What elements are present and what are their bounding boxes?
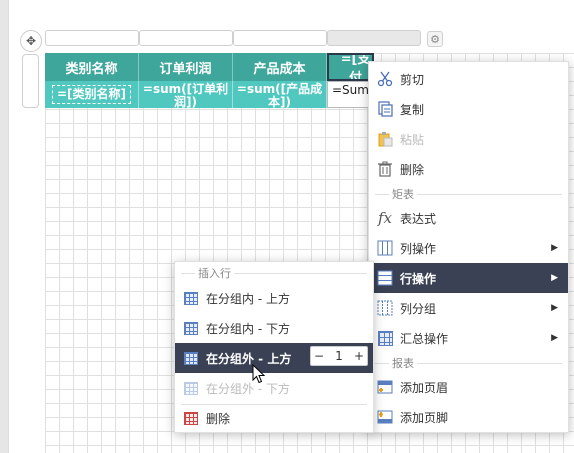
submenu-item-inside-above[interactable]: 在分组内 - 上方 (175, 283, 373, 313)
trash-icon (377, 161, 393, 177)
paste-icon (377, 131, 393, 147)
section-label: 报表 (389, 355, 417, 371)
menu-item-column-ops[interactable]: 列操作 ▶ (369, 233, 568, 263)
table-data-cell[interactable]: =sum([订单利润]) (139, 81, 233, 108)
add-header-icon (377, 379, 393, 395)
move-handle-icon[interactable]: ✥ (20, 30, 42, 52)
menu-item-label: 剪切 (400, 72, 425, 87)
add-footer-icon (377, 409, 393, 425)
menu-item-row-ops[interactable]: 行操作 ▶ (369, 263, 568, 293)
table-data-cell[interactable]: =sum([产品成本]) (233, 81, 327, 108)
menu-item-label: 列操作 (400, 241, 437, 256)
menu-item-label: 复制 (400, 102, 425, 117)
row-header[interactable] (22, 54, 39, 108)
table-data-text: =[类别名称] (51, 85, 132, 104)
table-insert-icon (183, 320, 199, 336)
row-icon (377, 270, 393, 286)
table-header-cell[interactable]: 订单利润 (139, 53, 233, 81)
table-data-cell[interactable]: =Sum (327, 81, 374, 108)
scissors-icon (377, 71, 393, 87)
increment-button[interactable]: + (351, 349, 367, 363)
decrement-button[interactable]: − (311, 349, 327, 363)
context-menu: 剪切 复制 粘贴 删除 矩表 fx 表达式 列操作 ▶ 行操作 ▶ 列分组 ▶ … (368, 61, 569, 433)
gear-icon[interactable]: ⚙ (427, 31, 443, 47)
menu-item-label: 删除 (400, 162, 425, 177)
mouse-cursor-icon (252, 364, 266, 384)
table-data-cell[interactable]: =[类别名称] (45, 81, 139, 108)
menu-item-expression[interactable]: fx 表达式 (369, 203, 568, 233)
submenu-arrow-icon: ▶ (551, 273, 558, 283)
copy-icon (377, 101, 393, 117)
column-header-2[interactable] (139, 30, 233, 46)
menu-item-label: 在分组内 - 下方 (206, 321, 290, 336)
menu-item-column-group[interactable]: 列分组 ▶ (369, 293, 568, 323)
menu-item-delete[interactable]: 删除 (369, 154, 568, 184)
submenu-arrow-icon: ▶ (551, 303, 558, 313)
insert-row-submenu: 插入行 在分组内 - 上方 在分组内 - 下方 在分组外 - 上方 − 1 + … (174, 261, 374, 433)
menu-item-label: 在分组外 - 下方 (206, 381, 290, 396)
menu-item-label: 添加页眉 (400, 380, 449, 395)
menu-item-cut[interactable]: 剪切 (369, 64, 568, 94)
submenu-item-outside-below[interactable]: 在分组外 - 下方 (175, 373, 373, 403)
section-label: 插入行 (195, 265, 234, 281)
menu-item-paste[interactable]: 粘贴 (369, 124, 568, 154)
submenu-arrow-icon: ▶ (551, 333, 558, 343)
menu-item-label: 汇总操作 (400, 331, 449, 346)
menu-item-add-header[interactable]: 添加页眉 (369, 372, 568, 402)
submenu-item-delete[interactable]: 删除 (175, 403, 373, 433)
menu-item-label: 列分组 (400, 301, 437, 316)
table-insert-icon (183, 290, 199, 306)
section-label: 矩表 (389, 186, 417, 202)
table-header-cell-selected[interactable]: =[支付 (327, 53, 374, 81)
submenu-arrow-icon: ▶ (551, 243, 558, 253)
fx-icon: fx (377, 209, 392, 227)
column-icon (377, 240, 393, 256)
section-matrix: 矩表 (369, 186, 568, 202)
menu-item-label: 删除 (206, 411, 231, 426)
submenu-item-outside-above[interactable]: 在分组外 - 上方 − 1 + (175, 343, 373, 373)
menu-item-label: 表达式 (400, 211, 437, 226)
menu-item-label: 添加页脚 (400, 410, 449, 425)
table-insert-icon (183, 350, 199, 366)
menu-item-copy[interactable]: 复制 (369, 94, 568, 124)
column-group-icon (377, 300, 393, 316)
section-report: 报表 (369, 355, 568, 371)
menu-item-label: 粘贴 (400, 132, 425, 147)
row-count-value[interactable]: 1 (327, 349, 351, 363)
table-header-cell[interactable]: 产品成本 (233, 53, 327, 81)
submenu-item-inside-below[interactable]: 在分组内 - 下方 (175, 313, 373, 343)
menu-item-summary[interactable]: 汇总操作 ▶ (369, 323, 568, 353)
row-count-stepper[interactable]: − 1 + (310, 346, 368, 366)
section-insert-row: 插入行 (175, 265, 373, 281)
summary-icon (377, 330, 393, 346)
column-header-3[interactable] (233, 30, 327, 46)
menu-item-label: 在分组内 - 上方 (206, 291, 290, 306)
menu-item-label: 在分组外 - 上方 (206, 351, 292, 366)
column-header-1[interactable] (45, 30, 139, 46)
column-header-4[interactable] (327, 30, 421, 46)
table-insert-icon (183, 380, 199, 396)
menu-item-add-footer[interactable]: 添加页脚 (369, 402, 568, 432)
menu-item-label: 行操作 (400, 271, 437, 286)
table-header-cell[interactable]: 类别名称 (45, 53, 139, 81)
table-delete-icon (183, 410, 199, 426)
